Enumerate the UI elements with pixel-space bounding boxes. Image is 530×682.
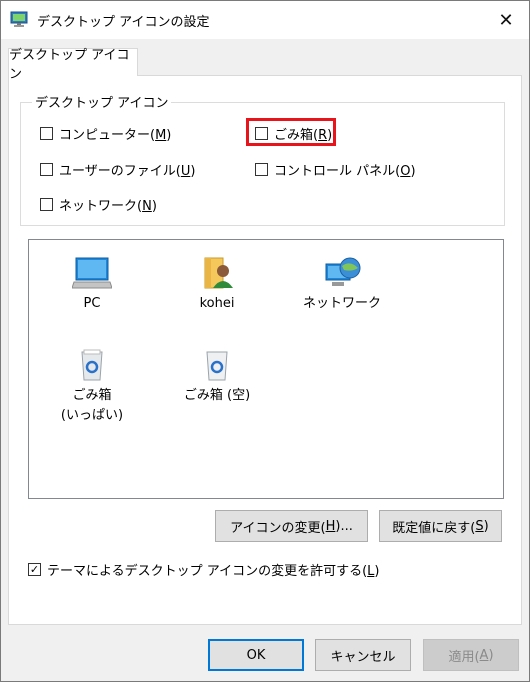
dialog-window: デスクトップ アイコンの設定 ✕ デスクトップ アイコン デスクトップ アイコン…: [0, 0, 530, 682]
close-icon: ✕: [498, 9, 514, 31]
ok-button[interactable]: OK: [208, 639, 304, 671]
checkbox-box[interactable]: [40, 163, 53, 176]
preview-item-pc[interactable]: PC: [47, 256, 137, 314]
checkbox-network[interactable]: ネットワーク(N): [40, 195, 157, 214]
checkbox-box[interactable]: [40, 198, 53, 211]
restore-default-button[interactable]: 既定値に戻す(S): [379, 510, 502, 542]
checkbox-label: テーマによるデスクトップ アイコンの変更を許可する(L): [47, 564, 380, 579]
title-bar: デスクトップ アイコンの設定 ✕: [1, 1, 529, 39]
recycle-bin-empty-icon: [206, 351, 228, 381]
icon-preview-list[interactable]: PC kohei ネットワーク ごみ箱 (いっぱい) ごみ箱 (空): [28, 239, 504, 499]
preview-item-network[interactable]: ネットワーク: [297, 256, 387, 314]
window-title: デスクトップ アイコンの設定: [37, 15, 210, 30]
checkbox-box[interactable]: [255, 163, 268, 176]
checkbox-label: コントロール パネル(O): [274, 164, 416, 179]
icon-label: ネットワーク: [302, 296, 381, 311]
highlight-box: [246, 118, 336, 146]
icon-label: kohei: [199, 296, 235, 311]
checkbox-label: ユーザーのファイル(U): [59, 164, 196, 179]
icon-label: ごみ箱 (空): [183, 388, 251, 403]
network-icon: [325, 257, 361, 286]
apply-button[interactable]: 適用(A): [423, 639, 519, 671]
preview-item-recycle-empty[interactable]: ごみ箱 (空): [172, 348, 262, 406]
checkbox-allow-themes[interactable]: ✓ テーマによるデスクトップ アイコンの変更を許可する(L): [28, 560, 380, 579]
check-mark-icon: ✓: [29, 563, 40, 576]
checkbox-control-panel[interactable]: コントロール パネル(O): [255, 160, 416, 179]
icon-label: ごみ箱: [72, 388, 112, 403]
computer-icon: [72, 257, 112, 289]
display-settings-icon: [10, 10, 28, 28]
preview-item-user[interactable]: kohei: [172, 256, 262, 314]
tab-label: デスクトップ アイコン: [9, 47, 130, 82]
checkbox-checked-box[interactable]: ✓: [28, 563, 41, 576]
icon-label: PC: [83, 296, 101, 311]
preview-item-recycle-full[interactable]: ごみ箱 (いっぱい): [47, 348, 137, 426]
checkbox-box[interactable]: [40, 127, 53, 140]
group-label: デスクトップ アイコン: [32, 92, 172, 111]
checkbox-label: コンピューター(M): [59, 128, 172, 143]
change-icon-button[interactable]: アイコンの変更(H)...: [215, 510, 368, 542]
tab-desktop-icons[interactable]: デスクトップ アイコン: [8, 48, 138, 82]
checkbox-user-files[interactable]: ユーザーのファイル(U): [40, 160, 195, 179]
recycle-bin-full-icon: [81, 349, 103, 381]
user-folder-icon: [204, 257, 233, 289]
checkbox-computer[interactable]: コンピューター(M): [40, 124, 171, 143]
icon-label-line2: (いっぱい): [60, 408, 124, 423]
cancel-button[interactable]: キャンセル: [315, 639, 411, 671]
checkbox-label: ネットワーク(N): [59, 199, 157, 214]
close-button[interactable]: ✕: [483, 1, 529, 39]
